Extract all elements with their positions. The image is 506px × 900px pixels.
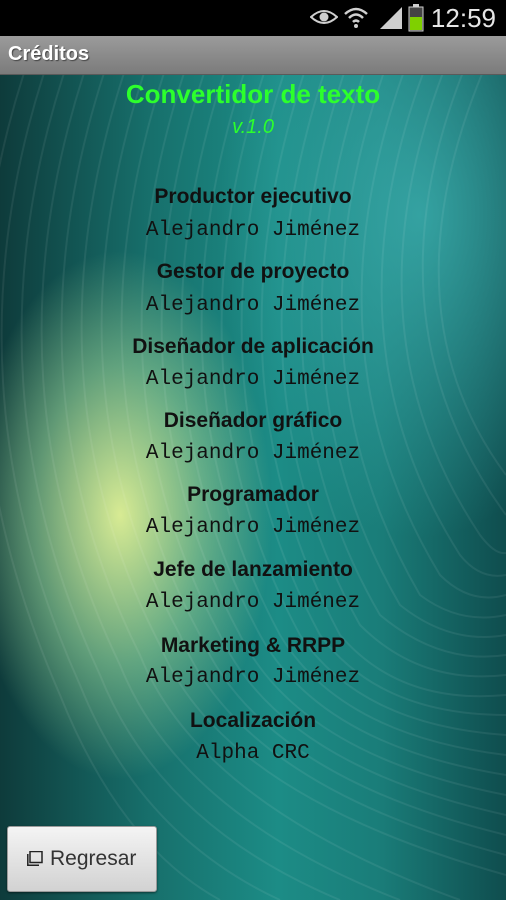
credits-screen: Convertidor de texto v.1.0 Productor eje… <box>0 75 506 900</box>
credit-name: Alejandro Jiménez <box>145 666 361 689</box>
credit-role: Localización <box>189 709 317 732</box>
battery-icon <box>408 4 424 37</box>
credit-role: Marketing & RRPP <box>160 634 346 657</box>
credit-name: Alpha CRC <box>196 742 310 765</box>
app-version: v.1.0 <box>232 116 274 138</box>
credit-name: Alejandro Jiménez <box>145 591 361 614</box>
credit-name: Alejandro Jiménez <box>145 219 361 242</box>
back-button-label: Regresar <box>50 847 137 870</box>
app-name: Convertidor de texto <box>125 79 381 109</box>
eye-icon <box>309 8 339 31</box>
credit-name: Alejandro Jiménez <box>145 368 361 391</box>
credit-role: Productor ejecutivo <box>154 185 352 208</box>
clock: 12:59 <box>430 3 496 33</box>
back-button[interactable]: Regresar <box>7 826 157 892</box>
credit-name: Alejandro Jiménez <box>145 516 361 539</box>
credit-role: Gestor de proyecto <box>156 260 350 283</box>
credit-role: Jefe de lanzamiento <box>153 558 353 581</box>
signal-icon <box>378 6 404 35</box>
screen-title: Créditos <box>8 43 90 65</box>
credit-role: Diseñador de aplicación <box>132 335 374 358</box>
back-square-icon <box>27 850 43 871</box>
wifi-icon <box>343 4 369 35</box>
status-bar: 12:59 <box>0 0 506 36</box>
action-bar: Créditos <box>0 36 506 75</box>
credit-role: Diseñador gráfico <box>163 409 343 432</box>
credit-name: Alejandro Jiménez <box>145 294 361 317</box>
credit-name: Alejandro Jiménez <box>145 442 361 465</box>
credit-role: Programador <box>187 483 319 506</box>
